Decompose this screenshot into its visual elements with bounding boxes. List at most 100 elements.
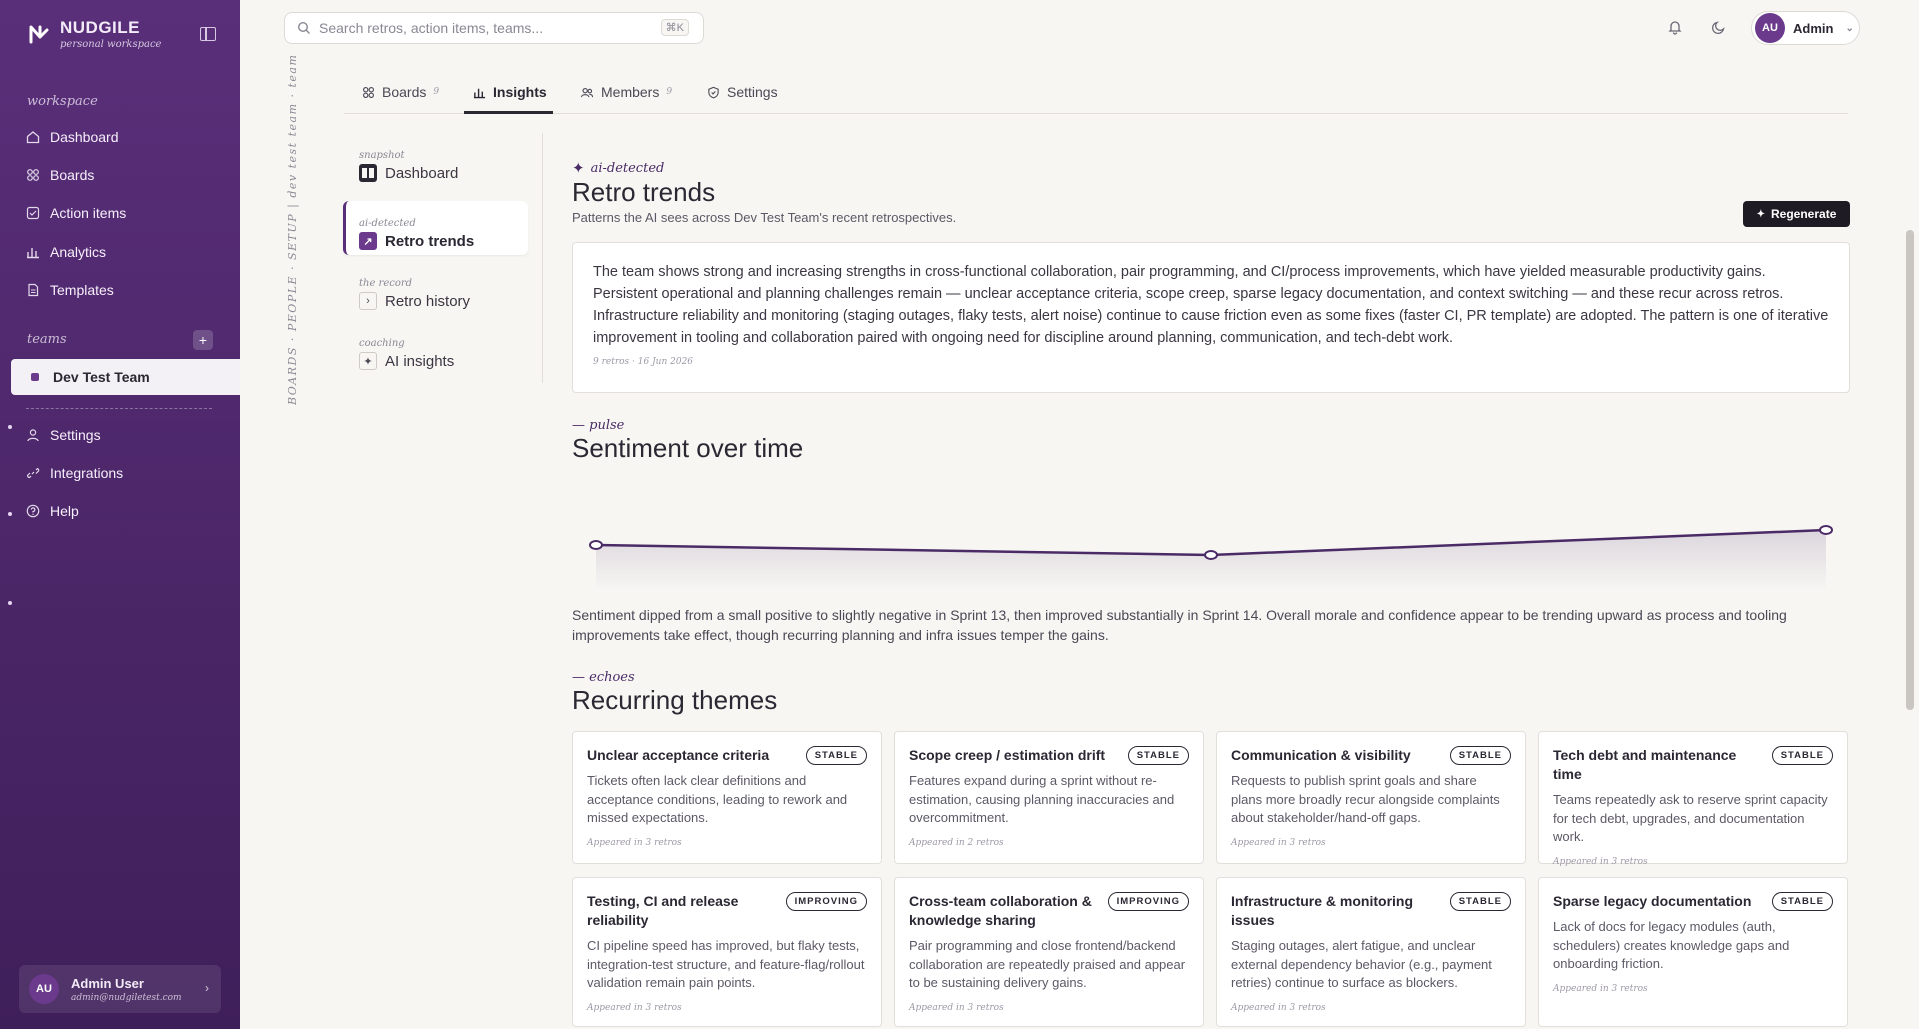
sentiment-chart (589, 525, 1833, 590)
subnav-label: Retro trends (385, 232, 475, 250)
sentiment-data-point[interactable] (589, 540, 603, 550)
search-placeholder: Search retros, action items, teams... (319, 20, 544, 36)
user-name: Admin User (71, 975, 144, 991)
add-team-button[interactable]: + (193, 330, 213, 350)
section-eyebrow: ✦ ai-detected (572, 159, 664, 177)
subnav-retro-history[interactable]: the record › Retro history (343, 261, 528, 315)
search-shortcut: ⌘K (660, 19, 689, 36)
sidebar-item-action-items[interactable]: Action items (26, 201, 126, 225)
bell-icon[interactable] (1667, 19, 1683, 35)
theme-meta: Appeared in 3 retros (1553, 856, 1648, 867)
theme-description: CI pipeline speed has improved, but flak… (587, 938, 865, 990)
team-color-dot (31, 373, 39, 381)
theme-card: Testing, CI and release reliability IMPRO… (572, 877, 882, 1027)
sidebar-item-templates[interactable]: Templates (26, 278, 114, 302)
subnav-label: Dashboard (385, 164, 459, 182)
chevron-right-icon: › (205, 981, 209, 995)
tab-settings[interactable]: Settings (707, 80, 778, 104)
brand-name: NUDGILE (60, 18, 140, 37)
sidebar-item-analytics[interactable]: Analytics (26, 240, 106, 264)
sidebar-item-label: Templates (50, 282, 114, 298)
theme-meta: Appeared in 3 retros (909, 1002, 1004, 1013)
sentiment-data-point[interactable] (1819, 525, 1833, 535)
sidebar-item-help[interactable]: Help (26, 499, 79, 523)
help-icon (26, 504, 40, 518)
theme-title: Cross-team collaboration & knowledge sha… (909, 893, 1092, 928)
brand[interactable]: NUDGILE personal workspace (28, 18, 161, 50)
theme-title: Communication & visibility (1231, 747, 1411, 763)
theme-description: Staging outages, alert fatigue, and uncl… (1231, 938, 1492, 990)
theme-description: Requests to publish sprint goals and sha… (1231, 773, 1500, 825)
status-badge: IMPROVING (785, 892, 867, 911)
theme-description: Features expand during a sprint without … (909, 773, 1175, 825)
link-icon (26, 467, 40, 479)
page-title: Retro trends (572, 177, 716, 207)
subnav-retro-trends[interactable]: ai-detected ↗ Retro trends (343, 201, 528, 255)
sidebar-item-label: Integrations (50, 465, 124, 481)
search-input[interactable]: Search retros, action items, teams... ⌘K (284, 12, 704, 44)
tab-label: Insights (493, 84, 547, 100)
regenerate-button[interactable]: ✦ Regenerate (1743, 201, 1850, 227)
user-icon (27, 429, 39, 442)
account-menu[interactable]: AU Admin ⌄ (1751, 11, 1860, 45)
theme-meta: Appeared in 3 retros (1231, 837, 1326, 848)
sidebar: NUDGILE personal workspace workspace Das… (0, 0, 240, 1029)
regenerate-label: Regenerate (1771, 207, 1837, 221)
sparkle-icon: ✦ (572, 159, 585, 177)
sparkle-icon: ✦ (359, 352, 377, 370)
tab-label: Boards (382, 84, 427, 100)
grid-icon (363, 86, 374, 98)
status-badge: IMPROVING (1107, 892, 1189, 911)
scrollbar[interactable] (1906, 230, 1914, 710)
subnav-ai-insights[interactable]: coaching ✦ AI insights (343, 321, 528, 375)
status-badge: STABLE (1449, 892, 1511, 911)
tab-label: Settings (727, 84, 778, 100)
decorative-dot (8, 512, 12, 516)
theme-card: Sparse legacy documentation STABLE Lack of… (1538, 877, 1848, 1027)
subnav-caption: coaching (359, 338, 405, 349)
status-badge: STABLE (1771, 892, 1833, 911)
active-tab-indicator (464, 111, 553, 114)
decorative-dot (8, 601, 12, 605)
sparkle-icon: ✦ (1756, 208, 1765, 220)
tab-insights[interactable]: Insights (473, 80, 547, 104)
sidebar-item-dashboard[interactable]: Dashboard (26, 125, 119, 149)
tab-boards[interactable]: Boards 9 (362, 80, 439, 104)
insights-subnav: snapshot Dashboard ai-detected ↗ Retro t… (343, 133, 543, 383)
subnav-caption: the record (359, 278, 413, 289)
account-label: Admin (1793, 20, 1834, 36)
search-icon (297, 21, 310, 34)
subnav-dashboard[interactable]: snapshot Dashboard (343, 133, 528, 187)
avatar: AU (1755, 13, 1785, 43)
teams-label: teams (27, 332, 67, 347)
status-badge: STABLE (1127, 746, 1189, 765)
user-menu[interactable]: AU Admin User admin@nudgiletest.com › (19, 965, 221, 1013)
sidebar-item-settings[interactable]: Settings (26, 423, 101, 447)
status-badge: STABLE (805, 746, 867, 765)
section-eyebrow: — pulse (572, 418, 625, 433)
sidebar-item-boards[interactable]: Boards (26, 163, 94, 187)
trend-summary-text: The team shows strong and increasing str… (593, 264, 1829, 346)
trend-summary-card: The team shows strong and increasing str… (572, 242, 1850, 393)
members-icon (580, 87, 594, 97)
theme-card: Scope creep / estimation drift STABLE Feat… (894, 731, 1204, 864)
tab-members[interactable]: Members 9 (580, 80, 672, 104)
sentiment-note: Sentiment dipped from a small positive t… (572, 607, 1787, 643)
moon-icon[interactable] (1711, 19, 1727, 35)
sidebar-item-label: Settings (50, 427, 101, 443)
theme-description: Pair programming and close frontend/back… (909, 938, 1186, 990)
sidebar-item-integrations[interactable]: Integrations (26, 461, 123, 485)
theme-meta: Appeared in 2 retros (909, 837, 1004, 848)
checklist-icon (26, 206, 40, 220)
avatar: AU (29, 974, 59, 1004)
subnav-label: Retro history (385, 292, 471, 310)
sentiment-data-point[interactable] (1204, 550, 1218, 560)
theme-card: Unclear acceptance criteria STABLE Tickets… (572, 731, 882, 864)
trend-icon: ↗ (359, 232, 377, 250)
theme-card: Cross-team collaboration & knowledge sha… (894, 877, 1204, 1027)
bar-chart-icon (27, 248, 39, 259)
subnav-label: AI insights (385, 352, 455, 370)
sidebar-team-dev-test-team[interactable]: Dev Test Team (11, 359, 240, 395)
sidebar-collapse-icon[interactable] (200, 27, 216, 41)
tab-label: Members (601, 84, 660, 100)
